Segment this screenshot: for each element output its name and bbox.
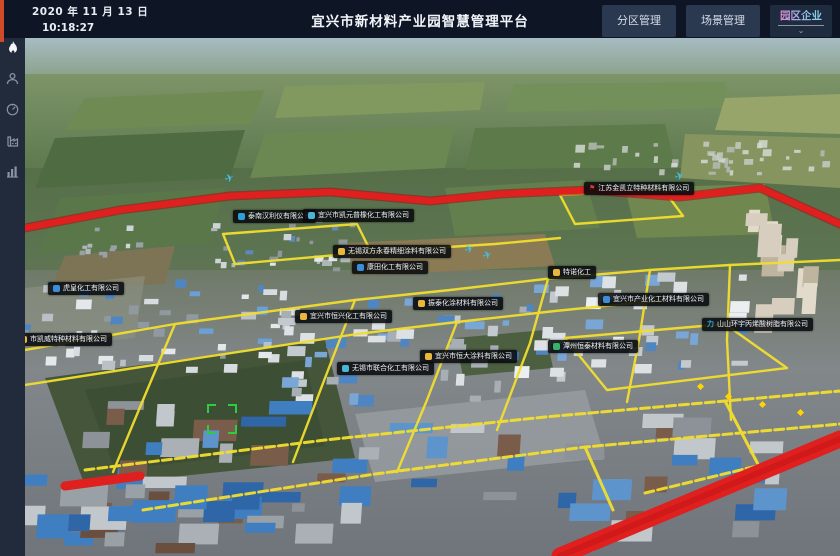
company-marker-icon bbox=[553, 343, 560, 350]
app-window: 2020 年 11 月 13 日 10:18:27 宜兴市新材料产业园智慧管理平… bbox=[0, 0, 840, 556]
company-label-text: 泰南汉利仪有限公司 bbox=[248, 213, 311, 220]
company-label-text: 山山环宇丙烯酸树脂有限公司 bbox=[717, 321, 808, 328]
company-label[interactable]: 特诺化工 bbox=[548, 266, 596, 279]
company-label[interactable]: 力山山环宇丙烯酸树脂有限公司 bbox=[702, 318, 813, 331]
company-marker-icon bbox=[357, 264, 364, 271]
bar-chart-icon[interactable] bbox=[0, 160, 25, 182]
header-actions: 分区管理 场景管理 园区企业 ⌄ bbox=[602, 5, 832, 37]
company-marker-icon bbox=[418, 300, 425, 307]
company-label[interactable]: 潭州恒泰材料有限公司 bbox=[548, 340, 638, 353]
company-label[interactable]: 宜兴市凯元普橡化工有限公司 bbox=[303, 209, 414, 222]
map-3d-view[interactable]: ✈✈✈✈ 泰南汉利仪有限公司宜兴市凯元普橡化工有限公司无锡双方永春精细涂料有限公… bbox=[25, 38, 840, 556]
left-sidebar bbox=[0, 0, 25, 556]
company-marker-icon bbox=[300, 313, 307, 320]
company-label[interactable]: 虎皇化工有限公司 bbox=[48, 282, 124, 295]
scene-management-button[interactable]: 场景管理 bbox=[686, 5, 760, 37]
company-marker-icon bbox=[308, 212, 315, 219]
company-marker-icon bbox=[238, 213, 245, 220]
company-label-text: 振泰化涂材料有限公司 bbox=[428, 300, 498, 307]
top-header: 2020 年 11 月 13 日 10:18:27 宜兴市新材料产业园智慧管理平… bbox=[0, 0, 840, 38]
company-label[interactable]: 宜兴市恒大涂料有限公司 bbox=[420, 350, 517, 363]
horizon-haze bbox=[25, 38, 840, 76]
company-label-text: 宜兴市凯元普橡化工有限公司 bbox=[318, 212, 409, 219]
company-label-text: 虎皇化工有限公司 bbox=[63, 285, 119, 292]
flag-icon: ⚑ bbox=[589, 185, 595, 192]
company-label[interactable]: 市凯威特种材料有限公司 bbox=[15, 333, 112, 346]
company-label-text: 特诺化工 bbox=[563, 269, 591, 276]
company-label[interactable]: 无锡市联合化工有限公司 bbox=[337, 362, 434, 375]
company-marker-icon bbox=[342, 365, 349, 372]
zone-management-button[interactable]: 分区管理 bbox=[602, 5, 676, 37]
company-marker-icon bbox=[553, 269, 560, 276]
factory-icon[interactable] bbox=[0, 129, 25, 151]
gauge-icon[interactable] bbox=[0, 98, 25, 120]
company-label-text: 市凯威特种材料有限公司 bbox=[30, 336, 107, 343]
park-enterprise-dropdown[interactable]: 园区企业 ⌄ bbox=[770, 5, 832, 37]
company-marker-icon bbox=[53, 285, 60, 292]
user-icon[interactable] bbox=[0, 67, 25, 89]
company-label-text: 无锡市联合化工有限公司 bbox=[352, 365, 429, 372]
company-marker-icon bbox=[425, 353, 432, 360]
company-label[interactable]: 宜兴市恒兴化工有限公司 bbox=[295, 310, 392, 323]
company-label[interactable]: 宜兴市产业化工材料有限公司 bbox=[598, 293, 709, 306]
company-marker-icon bbox=[338, 248, 345, 255]
chevron-down-icon: ⌄ bbox=[798, 27, 805, 35]
company-label-text: 潭州恒泰材料有限公司 bbox=[563, 343, 633, 350]
company-label[interactable]: ⚑江苏金凯立特种材料有限公司 bbox=[584, 182, 694, 195]
company-marker-icon bbox=[603, 296, 610, 303]
company-label[interactable]: 振泰化涂材料有限公司 bbox=[413, 297, 503, 310]
company-label-text: 宜兴市恒大涂料有限公司 bbox=[435, 353, 512, 360]
company-label[interactable]: 无锡双方永春精细涂料有限公司 bbox=[333, 245, 451, 258]
dropdown-label: 园区企业 bbox=[780, 8, 822, 23]
company-label[interactable]: 康田化工有限公司 bbox=[352, 261, 428, 274]
company-label-text: 宜兴市产业化工材料有限公司 bbox=[613, 296, 704, 303]
accent-strip bbox=[0, 0, 4, 42]
company-label-text: 无锡双方永春精细涂料有限公司 bbox=[348, 248, 446, 255]
company-label-text: 宜兴市恒兴化工有限公司 bbox=[310, 313, 387, 320]
company-logo-icon: 力 bbox=[707, 321, 714, 328]
company-label-text: 康田化工有限公司 bbox=[367, 264, 423, 271]
company-label-text: 江苏金凯立特种材料有限公司 bbox=[598, 185, 689, 192]
